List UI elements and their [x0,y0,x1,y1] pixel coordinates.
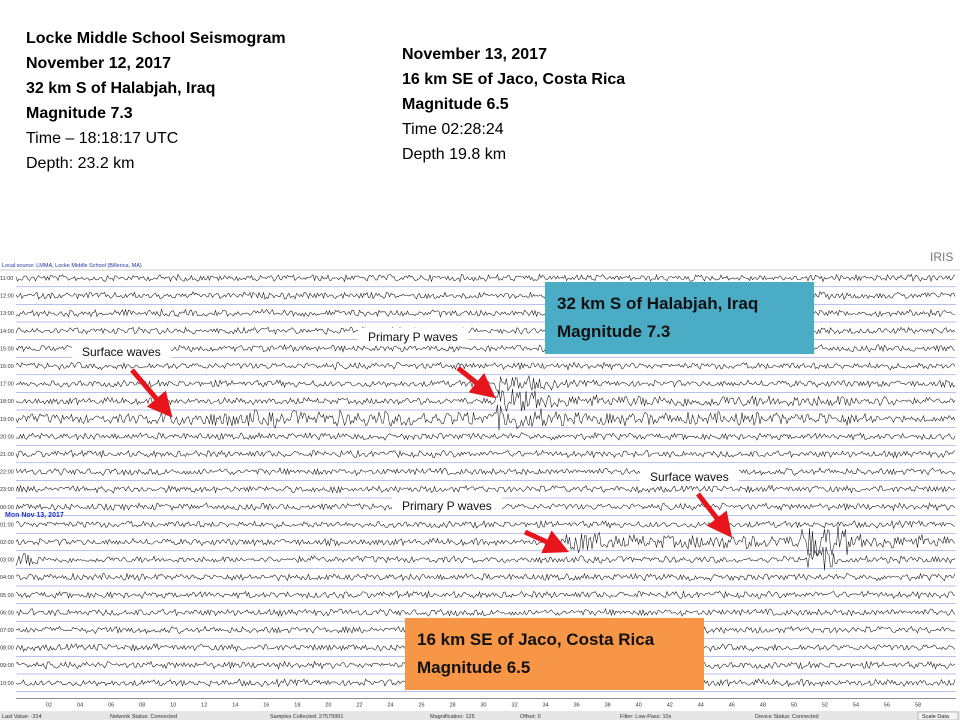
arrow-surface-waves-2 [696,492,733,538]
arrow-surface-waves-1 [130,368,173,418]
arrow-primary-p-1 [456,366,496,399]
arrow-primary-p-2 [523,529,570,554]
arrow-overlay [130,366,733,554]
